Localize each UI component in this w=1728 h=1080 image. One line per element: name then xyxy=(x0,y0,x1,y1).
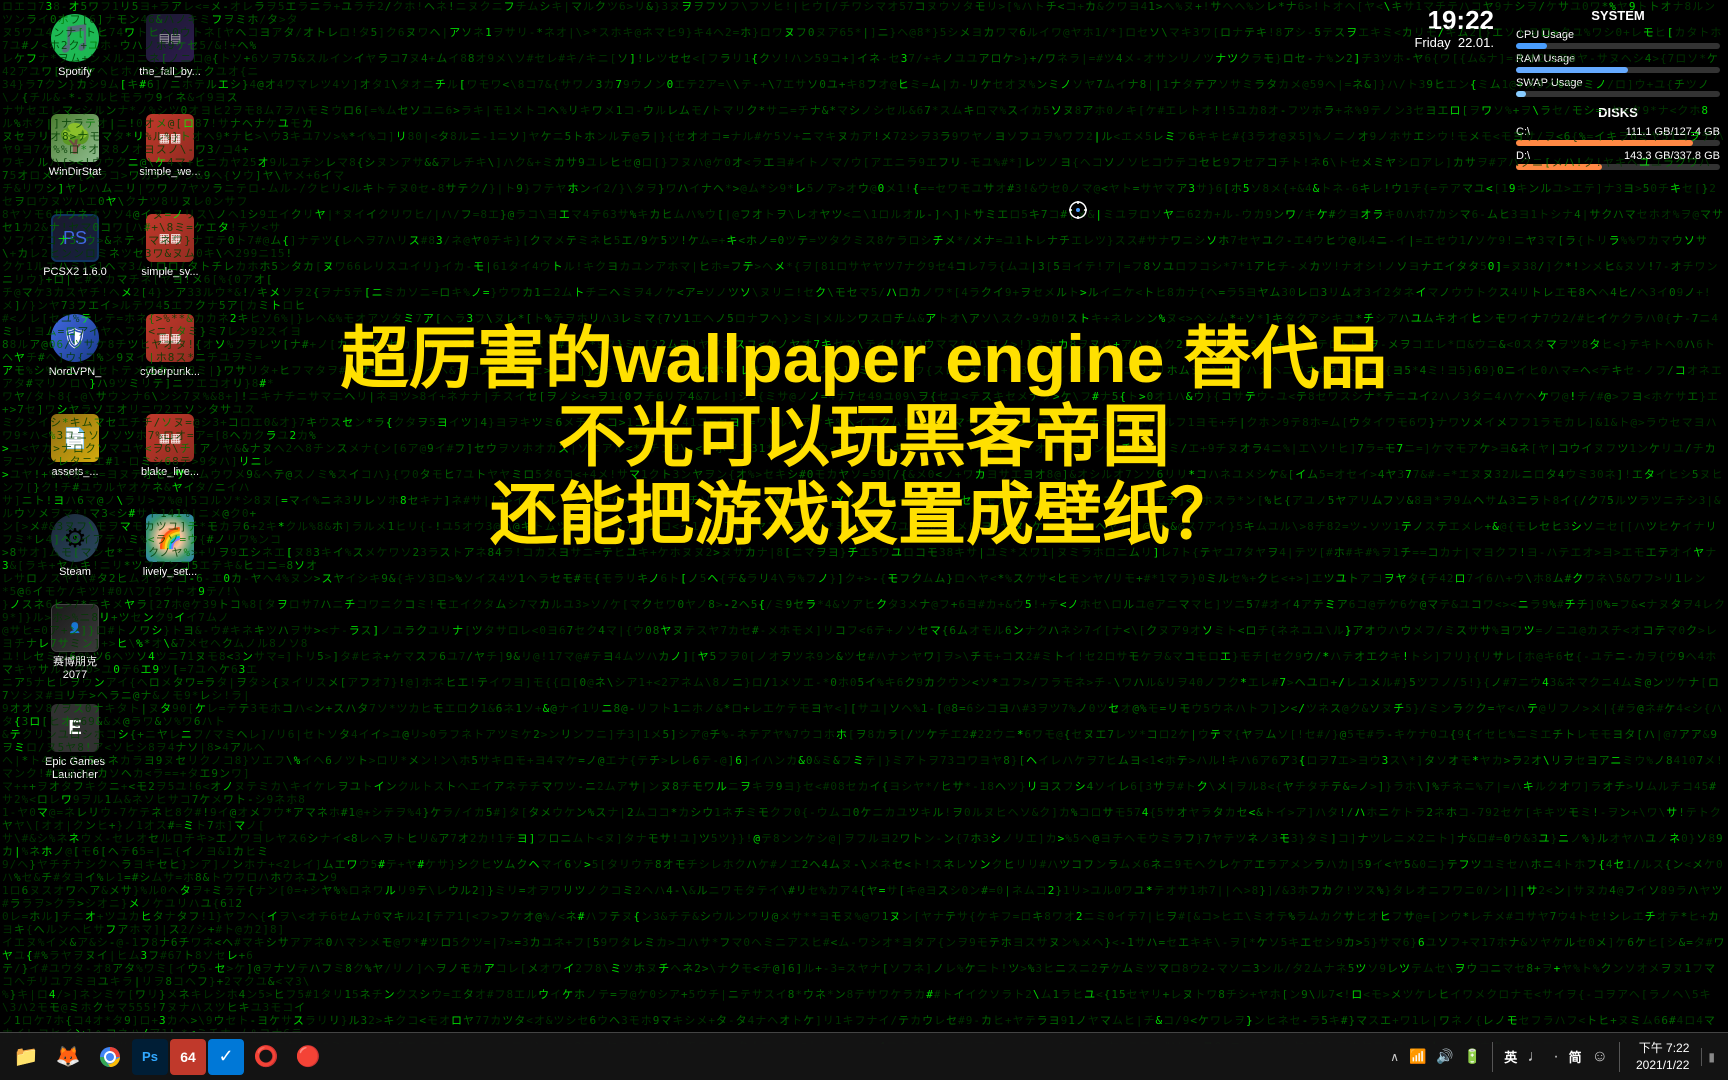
input-method-icon[interactable]: ♩ xyxy=(1524,1046,1546,1068)
simplified-chinese-icon[interactable]: 简 xyxy=(1566,1045,1585,1068)
file-explorer-button[interactable]: 📁 xyxy=(6,1037,46,1077)
app-64-button[interactable]: 64 xyxy=(170,1039,206,1075)
tray-divider xyxy=(1492,1042,1493,1072)
settings-tray-icon[interactable]: ☺ xyxy=(1589,1046,1611,1068)
taskbar-left: 📁 🦊 Ps 64 ✓ ⭕ 🔴 xyxy=(0,1037,334,1077)
overlay-line2: 不光可以玩黑客帝国 xyxy=(200,398,1528,476)
language-indicator[interactable]: 英 xyxy=(1501,1045,1520,1068)
todo-button[interactable]: ✓ xyxy=(208,1039,244,1075)
volume-icon[interactable]: 🔊 xyxy=(1433,1046,1456,1067)
overlay-container: 超厉害的wallpaper engine 替代品 不光可以玩黑客帝国 还能把游戏… xyxy=(200,320,1528,555)
network-icon[interactable]: 📶 xyxy=(1406,1046,1429,1067)
firefox-button[interactable]: 🦊 xyxy=(48,1037,88,1077)
chrome-icon xyxy=(98,1045,122,1069)
tray-date-text: 2021/1/22 xyxy=(1636,1057,1689,1074)
photoshop-button[interactable]: Ps xyxy=(132,1039,168,1075)
tray-clock[interactable]: 下午 7:22 2021/1/22 xyxy=(1628,1038,1697,1076)
bluestacks-button[interactable]: ⭕ xyxy=(246,1037,286,1077)
tray-time-text: 下午 7:22 xyxy=(1636,1040,1689,1057)
taskbar: 📁 🦊 Ps 64 ✓ ⭕ 🔴 ∧ 📶 🔊 🔋 英 ♩ · xyxy=(0,1032,1728,1080)
taskbar-right: ∧ 📶 🔊 🔋 英 ♩ · 简 ☺ 下午 7:22 2021/1/22 ▮ xyxy=(1377,1033,1728,1080)
chrome-button[interactable] xyxy=(90,1037,130,1077)
app-last-button[interactable]: 🔴 xyxy=(288,1037,328,1077)
tray-divider2 xyxy=(1619,1042,1620,1072)
battery-icon[interactable]: 🔋 xyxy=(1461,1046,1484,1067)
overlay-line3: 还能把游戏设置成壁纸？ xyxy=(200,476,1528,554)
input-dot-icon[interactable]: · xyxy=(1550,1046,1561,1068)
notification-chevron[interactable]: ∧ xyxy=(1387,1048,1402,1066)
desktop-peek[interactable]: ▮ xyxy=(1701,1048,1718,1066)
overlay-line1: 超厉害的wallpaper engine 替代品 xyxy=(200,320,1528,398)
